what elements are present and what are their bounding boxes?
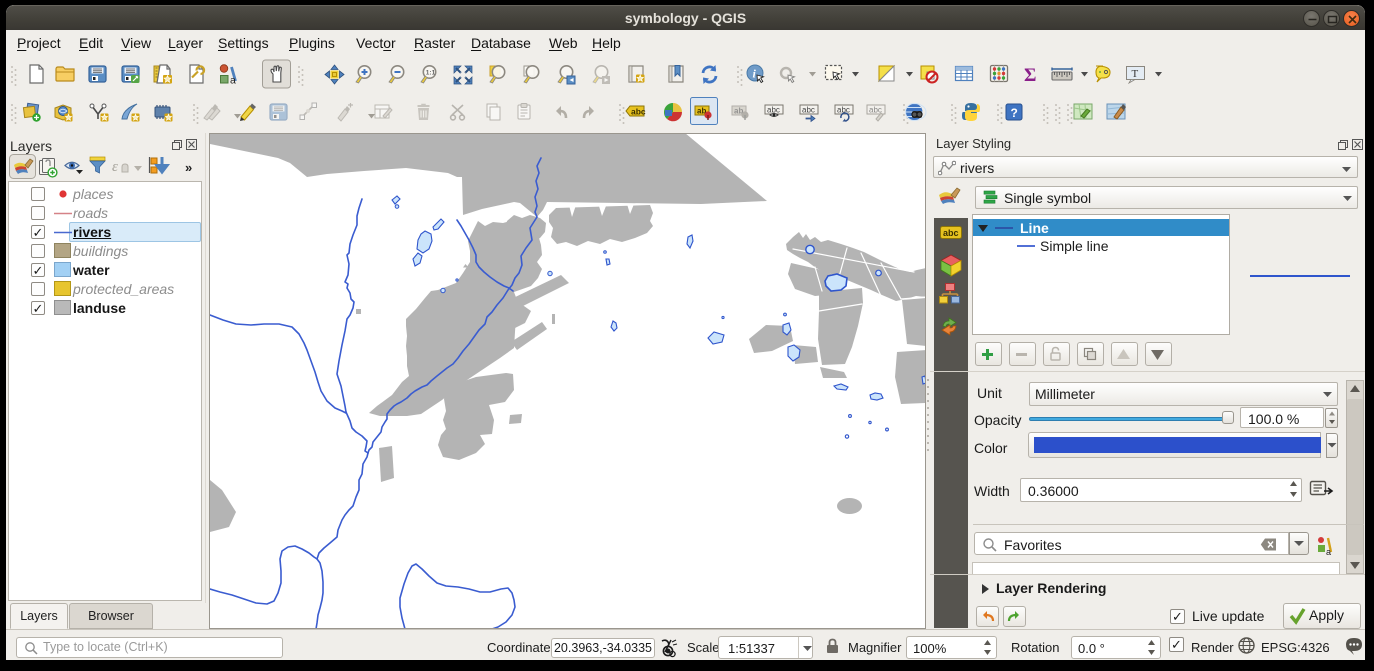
svg-text:abc: abc xyxy=(631,107,646,117)
svg-text:Σ: Σ xyxy=(1024,65,1036,86)
svg-text:abc: abc xyxy=(869,106,882,115)
svg-text:abc: abc xyxy=(943,228,959,238)
svg-text:1:1: 1:1 xyxy=(426,70,436,77)
svg-text:a: a xyxy=(1326,547,1331,556)
svg-text:»: » xyxy=(185,160,192,175)
svg-text:a: a xyxy=(230,75,236,87)
svg-text:ε: ε xyxy=(112,159,118,175)
svg-text:abc: abc xyxy=(802,106,815,115)
svg-text:?: ? xyxy=(1011,106,1018,120)
svg-text:T: T xyxy=(1132,68,1139,80)
